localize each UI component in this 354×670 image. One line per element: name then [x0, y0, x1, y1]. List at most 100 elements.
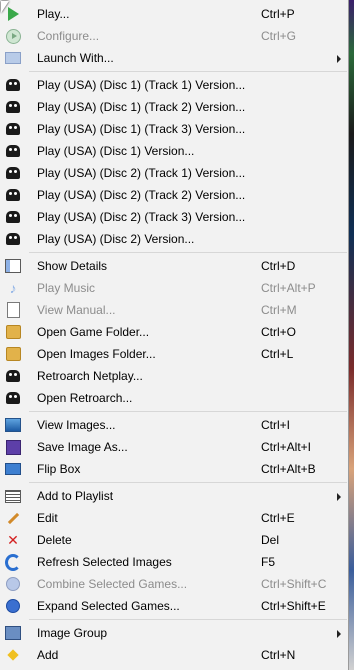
retroarch-icon — [5, 99, 21, 115]
menu-item-shortcut: Ctrl+O — [261, 325, 297, 339]
menu-item-show-details[interactable]: Show Details Ctrl+D — [0, 255, 348, 277]
menu-item-shortcut: Ctrl+L — [261, 347, 294, 361]
retroarch-icon — [5, 209, 21, 225]
menu-item-label: Open Retroarch... — [37, 391, 133, 405]
music-note-icon: ♪ — [9, 280, 17, 296]
menu-item-shortcut: Del — [261, 533, 280, 547]
netplay-icon — [5, 368, 21, 384]
combine-icon — [5, 576, 21, 592]
menu-item-label: Flip Box — [37, 462, 81, 476]
menu-item-shortcut: Ctrl+I — [261, 418, 291, 432]
menu-item-play-version[interactable]: Play (USA) (Disc 1) (Track 3) Version... — [0, 118, 348, 140]
menu-item-view-images[interactable]: View Images... Ctrl+I — [0, 414, 348, 436]
manual-icon — [5, 302, 21, 318]
expand-icon — [5, 598, 21, 614]
menu-item-shortcut: Ctrl+Shift+E — [261, 599, 326, 613]
menu-item-play[interactable]: Play... Ctrl+P — [0, 3, 348, 25]
context-menu: Play... Ctrl+P Configure... Ctrl+G Launc… — [0, 0, 349, 670]
menu-item-label: Play (USA) (Disc 2) Version... — [37, 232, 195, 246]
menu-item-play-version[interactable]: Play (USA) (Disc 2) (Track 2) Version... — [0, 184, 348, 206]
menu-item-label: Expand Selected Games... — [37, 599, 180, 613]
menu-item-combine-games[interactable]: Combine Selected Games... Ctrl+Shift+C — [0, 573, 348, 595]
menu-item-shortcut: Ctrl+Alt+B — [261, 462, 316, 476]
menu-item-play-version[interactable]: Play (USA) (Disc 1) (Track 1) Version... — [0, 74, 348, 96]
menu-item-label: Play (USA) (Disc 2) (Track 2) Version... — [37, 188, 246, 202]
menu-separator — [29, 252, 347, 253]
menu-item-label: View Manual... — [37, 303, 116, 317]
menu-item-label: Configure... — [37, 29, 100, 43]
menu-item-shortcut: Ctrl+Alt+P — [261, 281, 316, 295]
menu-item-label: Play (USA) (Disc 1) (Track 1) Version... — [37, 78, 246, 92]
submenu-arrow-icon — [337, 630, 341, 638]
configure-play-icon — [5, 28, 21, 44]
menu-item-label: Open Game Folder... — [37, 325, 150, 339]
image-icon — [5, 417, 21, 433]
menu-item-play-version[interactable]: Play (USA) (Disc 2) Version... — [0, 228, 348, 250]
menu-item-configure[interactable]: Configure... Ctrl+G — [0, 25, 348, 47]
menu-item-label: Combine Selected Games... — [37, 577, 188, 591]
menu-item-label: Refresh Selected Images — [37, 555, 172, 569]
launch-icon — [5, 50, 21, 66]
menu-item-play-version[interactable]: Play (USA) (Disc 2) (Track 3) Version... — [0, 206, 348, 228]
menu-item-flip-box[interactable]: Flip Box Ctrl+Alt+B — [0, 458, 348, 480]
mouse-cursor-icon — [1, 1, 9, 13]
menu-item-save-image-as[interactable]: Save Image As... Ctrl+Alt+I — [0, 436, 348, 458]
retroarch-icon — [5, 165, 21, 181]
retroarch-icon — [5, 231, 21, 247]
menu-item-delete[interactable]: ✕ Delete Del — [0, 529, 348, 551]
menu-item-shortcut: Ctrl+Alt+I — [261, 440, 312, 454]
menu-separator — [29, 71, 347, 72]
menu-item-retroarch-netplay[interactable]: Retroarch Netplay... — [0, 365, 348, 387]
menu-item-open-retroarch[interactable]: Open Retroarch... — [0, 387, 348, 409]
menu-item-play-version[interactable]: Play (USA) (Disc 1) (Track 2) Version... — [0, 96, 348, 118]
menu-item-shortcut: Ctrl+P — [261, 7, 295, 21]
menu-item-label: Play... — [37, 7, 70, 21]
menu-item-play-music[interactable]: ♪ Play Music Ctrl+Alt+P — [0, 277, 348, 299]
save-disk-icon — [5, 439, 21, 455]
menu-item-label: Open Images Folder... — [37, 347, 156, 361]
menu-item-label: Image Group — [37, 626, 108, 640]
menu-item-image-group[interactable]: Image Group — [0, 622, 348, 644]
menu-item-shortcut: Ctrl+N — [261, 648, 296, 662]
flip-box-icon — [5, 461, 21, 477]
folder-icon — [5, 324, 21, 340]
retroarch-icon — [5, 77, 21, 93]
submenu-arrow-icon — [337, 493, 341, 501]
menu-item-label: Add — [37, 648, 59, 662]
menu-item-label: Play Music — [37, 281, 96, 295]
menu-item-label: Launch With... — [37, 51, 114, 65]
menu-item-expand-games[interactable]: Expand Selected Games... Ctrl+Shift+E — [0, 595, 348, 617]
details-icon — [5, 258, 21, 274]
menu-item-refresh-images[interactable]: Refresh Selected Images F5 — [0, 551, 348, 573]
menu-item-label: Play (USA) (Disc 1) Version... — [37, 144, 195, 158]
menu-item-play-version[interactable]: Play (USA) (Disc 1) Version... — [0, 140, 348, 162]
retroarch-icon — [5, 143, 21, 159]
menu-item-shortcut: Ctrl+Shift+C — [261, 577, 327, 591]
retroarch-icon — [5, 121, 21, 137]
menu-item-edit[interactable]: Edit Ctrl+E — [0, 507, 348, 529]
menu-item-label: Play (USA) (Disc 1) (Track 3) Version... — [37, 122, 246, 136]
menu-item-label: Play (USA) (Disc 2) (Track 1) Version... — [37, 166, 246, 180]
add-icon — [5, 647, 21, 663]
menu-item-add[interactable]: Add Ctrl+N — [0, 644, 348, 666]
menu-item-open-images-folder[interactable]: Open Images Folder... Ctrl+L — [0, 343, 348, 365]
menu-item-label: Play (USA) (Disc 1) (Track 2) Version... — [37, 100, 246, 114]
menu-item-view-manual[interactable]: View Manual... Ctrl+M — [0, 299, 348, 321]
playlist-icon — [5, 488, 21, 504]
retroarch-icon — [5, 187, 21, 203]
menu-item-label: Show Details — [37, 259, 108, 273]
menu-separator — [29, 619, 347, 620]
retroarch-icon — [5, 390, 21, 406]
menu-item-label: Save Image As... — [37, 440, 128, 454]
menu-item-shortcut: Ctrl+D — [261, 259, 296, 273]
menu-item-label: Delete — [37, 533, 72, 547]
menu-item-play-version[interactable]: Play (USA) (Disc 2) (Track 1) Version... — [0, 162, 348, 184]
menu-item-open-game-folder[interactable]: Open Game Folder... Ctrl+O — [0, 321, 348, 343]
menu-item-add-to-playlist[interactable]: Add to Playlist — [0, 485, 348, 507]
menu-item-label: Retroarch Netplay... — [37, 369, 143, 383]
refresh-icon — [5, 553, 21, 571]
images-folder-icon — [5, 346, 21, 362]
menu-item-shortcut: Ctrl+E — [261, 511, 295, 525]
image-group-icon — [5, 625, 21, 641]
menu-item-launch-with[interactable]: Launch With... — [0, 47, 348, 69]
